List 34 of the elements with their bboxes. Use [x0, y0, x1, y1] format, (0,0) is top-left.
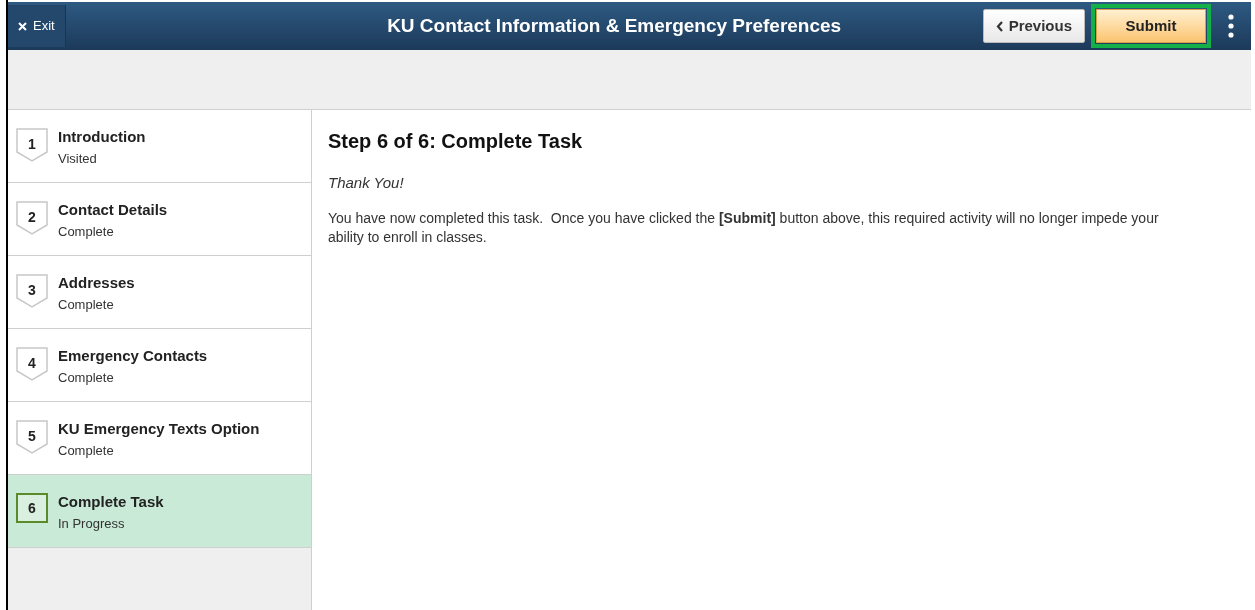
step-item[interactable]: 2 Contact Details Complete: [8, 183, 311, 256]
previous-button[interactable]: Previous: [982, 9, 1085, 43]
step-status: Complete: [58, 368, 115, 387]
step-status: Complete: [58, 441, 115, 460]
step-status: Visited: [58, 149, 98, 168]
step-item[interactable]: 3 Addresses Complete: [8, 256, 311, 329]
step-title: Addresses: [58, 273, 135, 293]
step-number-badge: 2: [16, 201, 48, 235]
step-item[interactable]: 5 KU Emergency Texts Option Complete: [8, 402, 311, 475]
step-title: Complete Task: [58, 492, 164, 512]
step-status: Complete: [58, 295, 115, 314]
step-title: Contact Details: [58, 200, 168, 220]
exit-button[interactable]: Exit: [8, 5, 66, 47]
step-heading: Step 6 of 6: Complete Task: [328, 129, 584, 154]
step-item[interactable]: 6 Complete Task In Progress: [8, 475, 311, 548]
step-title: Introduction: [58, 127, 146, 147]
more-options-icon: [1228, 14, 1234, 38]
step-number-badge: 6: [16, 493, 48, 523]
chevron-left-icon: [995, 20, 1003, 32]
step-number-badge: 3: [16, 274, 48, 308]
completion-message: You have now completed this task. Once you have clicked the [Submit] button above, this required activity will no longer impede your ability to enroll in classes.: [328, 208, 1160, 247]
submit-button[interactable]: Submit: [1096, 9, 1206, 43]
step-title: Emergency Contacts: [58, 346, 208, 366]
step-number-badge: 4: [16, 347, 48, 381]
close-icon: [18, 21, 27, 31]
step-item[interactable]: 4 Emergency Contacts Complete: [8, 329, 311, 402]
step-number-badge: 1: [16, 128, 48, 162]
step-status: Complete: [58, 222, 115, 241]
step-status: In Progress: [58, 514, 126, 533]
step-title: KU Emergency Texts Option: [58, 419, 260, 439]
window-title: KU Contact Information & Emergency Preferences: [386, 13, 843, 38]
step-item[interactable]: 1 Introduction Visited: [8, 110, 311, 183]
step-number-badge: 5: [16, 420, 48, 454]
thank-you-text: Thank You!: [328, 173, 405, 193]
